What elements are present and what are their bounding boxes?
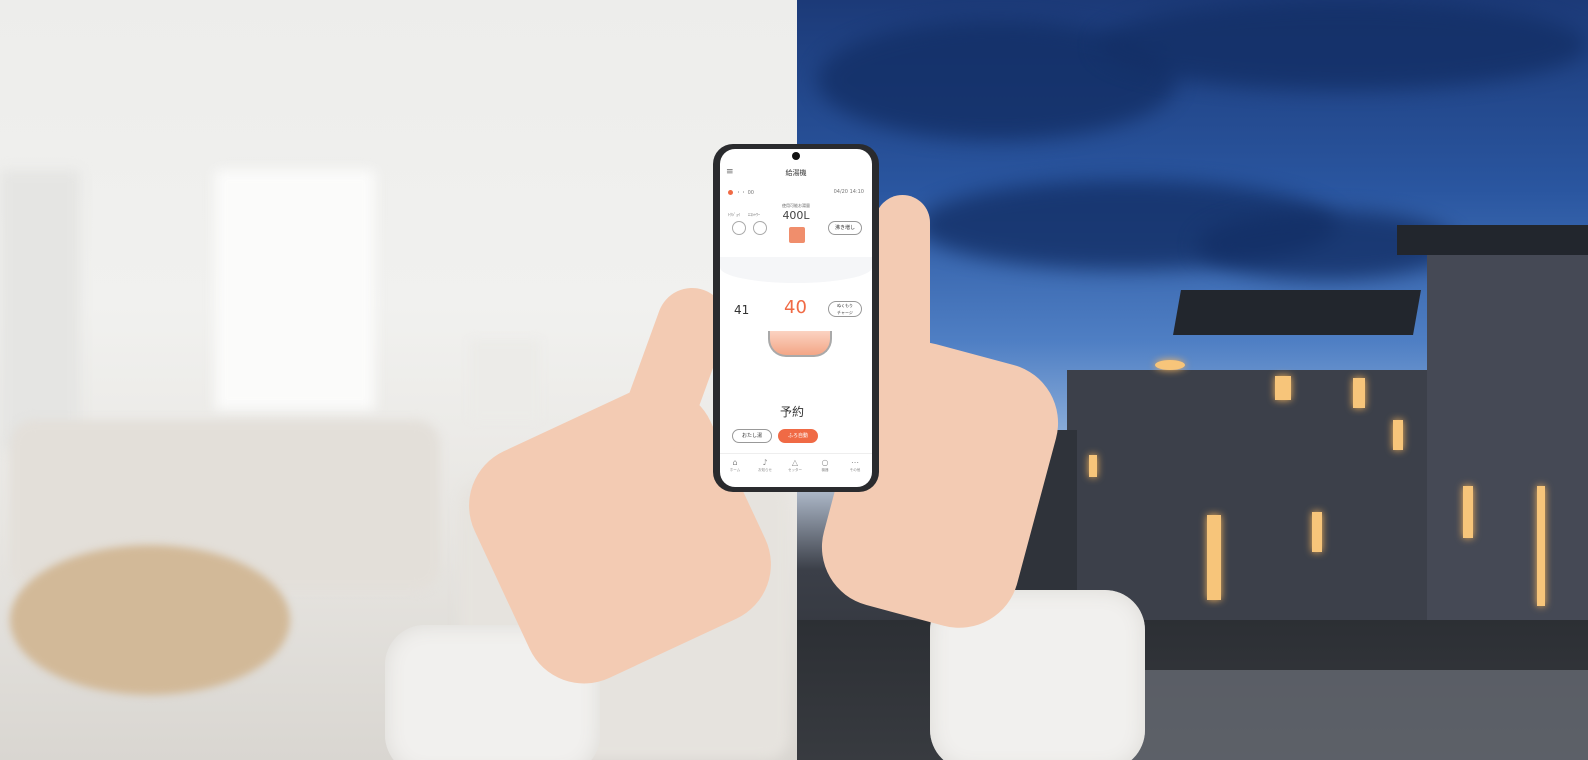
- nav-home[interactable]: ⌂ ホーム: [720, 458, 750, 473]
- window: [215, 170, 375, 410]
- nav-more[interactable]: ⋯ その他: [840, 458, 870, 473]
- home-icon: ⌂: [732, 458, 738, 467]
- driveway: [1117, 670, 1588, 760]
- current-temperature: 41: [734, 303, 750, 317]
- tank-icon: [789, 227, 805, 243]
- app-header: ≡ 給湯機: [720, 163, 872, 183]
- lit-window: [1275, 376, 1291, 400]
- roof-right: [1397, 225, 1588, 255]
- lit-window: [1463, 486, 1473, 538]
- lit-door: [1537, 486, 1545, 606]
- phone-screen: ≡ 給湯機 ・・ 00 04/20 14:10 ﾄｸｼﾞｮｲ ｴｺｼｬﾜｰ 使用…: [720, 149, 872, 487]
- lamp: [470, 340, 540, 420]
- lit-window: [1089, 455, 1097, 477]
- set-temperature[interactable]: 40: [784, 297, 807, 318]
- reheat-button[interactable]: 沸き増し: [828, 221, 862, 235]
- front-camera: [792, 152, 800, 160]
- mode-label-1: ﾄｸｼﾞｮｲ: [728, 212, 740, 217]
- coffee-table: [10, 545, 290, 695]
- connection-status: ・・ 00: [728, 189, 754, 196]
- nav-device[interactable]: ○ 機器: [810, 458, 840, 473]
- bathtub-icon: [768, 331, 832, 357]
- photo-scene: ≡ 給湯機 ・・ 00 04/20 14:10 ﾄｸｼﾞｮｲ ｴｺｼｬﾜｰ 使用…: [0, 0, 1588, 760]
- search-icon: ○: [821, 458, 829, 467]
- more-icon: ⋯: [851, 458, 859, 467]
- warm-charge-button[interactable]: ぬくもり チャージ: [828, 301, 862, 317]
- roof: [1173, 290, 1421, 335]
- cloud: [1097, 0, 1587, 90]
- mode-label-2: ｴｺｼｬﾜｰ: [748, 212, 760, 217]
- add-hot-water-button[interactable]: おたし湯: [732, 429, 772, 443]
- nav-notifications[interactable]: ♪ お知らせ: [750, 458, 780, 473]
- app-title: 給湯機: [785, 169, 807, 177]
- lit-window: [1353, 378, 1365, 408]
- status-dot-icon: [728, 190, 733, 195]
- bell-icon: ♪: [762, 458, 768, 467]
- house-icon: △: [791, 458, 799, 467]
- lit-door: [1207, 515, 1221, 600]
- house-right: [1427, 240, 1588, 620]
- wave-divider: [720, 257, 872, 283]
- house: [1067, 370, 1427, 620]
- nav-setter[interactable]: △ セッター: [780, 458, 810, 473]
- mode-toggle-2[interactable]: [753, 221, 767, 235]
- smartphone: ≡ 給湯機 ・・ 00 04/20 14:10 ﾄｸｼﾞｮｲ ｴｺｼｬﾜｰ 使用…: [713, 144, 879, 492]
- timestamp: 04/20 14:10: [833, 189, 864, 195]
- auto-bath-button[interactable]: ふろ自動: [778, 429, 818, 443]
- porch-light: [1155, 360, 1185, 370]
- bottom-nav: ⌂ ホーム ♪ お知らせ △ セッター ○ 機器 ⋯ その他: [720, 453, 872, 487]
- lit-window: [1312, 512, 1322, 552]
- right-finger: [875, 195, 930, 405]
- window-left: [0, 170, 80, 450]
- capacity-value: 400L: [782, 209, 810, 222]
- mode-toggle-1[interactable]: [732, 221, 746, 235]
- lit-window: [1393, 420, 1403, 450]
- schedule-label: 予約: [780, 405, 805, 419]
